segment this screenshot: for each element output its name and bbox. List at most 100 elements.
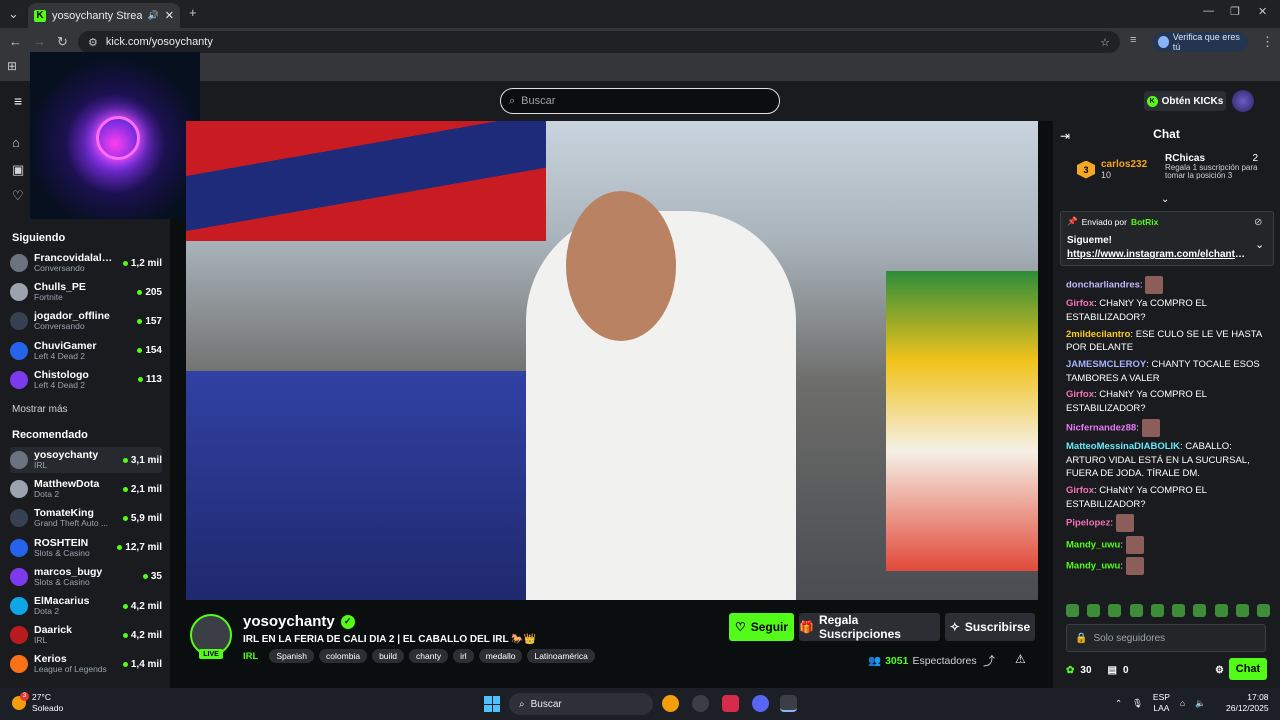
chat-username[interactable]: JAMESMCLEROY <box>1066 359 1146 370</box>
sidebar-channel-row[interactable]: MatthewDota Dota 2 2,1 mil <box>10 476 162 502</box>
sidebar-channel-row[interactable]: Chulls_PE Fortnite 205 <box>10 279 162 305</box>
chrome-icon[interactable] <box>780 695 797 712</box>
taskbar-search[interactable]: ⌕ Buscar <box>509 693 653 715</box>
close-tab-icon[interactable]: ✕ <box>165 9 174 22</box>
emote-icon[interactable] <box>1235 604 1249 617</box>
emote-icon[interactable] <box>1129 604 1143 617</box>
app-icon-1[interactable] <box>662 695 679 712</box>
sidebar-channel-row[interactable]: Chistologo Left 4 Dead 2 113 <box>10 367 162 393</box>
close-window-icon[interactable]: ✕ <box>1258 5 1267 18</box>
browser-tab[interactable]: K yosoychanty Stream - Watc 🔊 ✕ <box>28 3 180 28</box>
new-tab-icon[interactable]: + <box>189 5 197 20</box>
url-bar[interactable]: ⚙ kick.com/yosoychanty ☆ <box>78 31 1120 53</box>
tray-expand-icon[interactable]: ⌃ <box>1115 698 1122 709</box>
emote-icon[interactable] <box>1108 604 1122 617</box>
sidebar-channel-row[interactable]: ROSHTEIN Slots & Casino 12,7 mil <box>10 535 162 561</box>
sidebar-channel-row[interactable]: ChuviGamer Left 4 Dead 2 154 <box>10 338 162 364</box>
follow-button[interactable]: ♡ Seguir <box>729 613 794 641</box>
verify-button[interactable]: Verifica que eres tú <box>1152 32 1248 52</box>
get-kicks-button[interactable]: K Obtén KICKs <box>1144 91 1226 111</box>
sidebar-channel-row[interactable]: Francovidalalca... Conversando 1,2 mil <box>10 250 162 276</box>
video-player[interactable] <box>186 121 1038 600</box>
reading-list-icon[interactable]: ≡ <box>1130 34 1136 46</box>
chat-username[interactable]: 2mildecilantro <box>1066 329 1130 340</box>
emote-icon[interactable] <box>1256 604 1270 617</box>
search-input[interactable]: ⌕ Buscar <box>500 88 780 114</box>
discord-icon[interactable] <box>752 695 769 712</box>
show-more-link[interactable]: Mostrar más <box>12 404 68 415</box>
category-link[interactable]: IRL <box>243 651 258 662</box>
volume-icon[interactable]: 🔈 <box>1195 698 1206 709</box>
site-info-icon[interactable]: ⚙ <box>88 36 98 49</box>
lang-label[interactable]: ESP <box>1153 692 1170 703</box>
back-icon[interactable]: ← <box>9 34 22 49</box>
forward-icon[interactable]: → <box>33 34 46 49</box>
expand-leaderboard-icon[interactable]: ⌄ <box>1161 194 1169 205</box>
windows-start-icon[interactable] <box>484 696 500 712</box>
pinned-message[interactable]: 📌 Enviado por BotRix Sigueme! https://www.… <box>1060 211 1274 266</box>
pinned-expand-icon[interactable]: ⌄ <box>1255 238 1264 251</box>
unpin-icon[interactable]: ⊘ <box>1254 217 1262 228</box>
apps-grid-icon[interactable]: ⊞ <box>7 59 17 73</box>
emote-icon[interactable] <box>1214 604 1228 617</box>
emote-icon[interactable] <box>1193 604 1207 617</box>
sidebar-channel-row[interactable]: jogador_offline Conversando 157 <box>10 308 162 334</box>
lang2-label[interactable]: LAA <box>1153 703 1170 714</box>
stream-tag[interactable]: build <box>372 649 405 663</box>
stream-tag[interactable]: Spanish <box>269 649 315 663</box>
menu-kebab-icon[interactable]: ⋮ <box>1261 34 1274 50</box>
chat-username[interactable]: Pipelopez <box>1066 518 1110 529</box>
stream-tag[interactable]: irl <box>453 649 474 663</box>
tab-list-icon[interactable]: ⌄ <box>8 6 19 22</box>
sidebar-channel-row[interactable]: Kerios League of Legends 1,4 mil <box>10 651 162 677</box>
stream-tag[interactable]: Latinoamérica <box>527 649 595 663</box>
report-icon[interactable]: ⚠ <box>1015 652 1026 666</box>
chat-username[interactable]: Mandy_uwu <box>1066 561 1120 572</box>
sidebar-channel-row[interactable]: yosoychanty IRL 3,1 mil <box>10 447 162 473</box>
gift-subs-button[interactable]: 🎁 Regala Suscripciones <box>799 613 940 641</box>
emote-icon[interactable] <box>1172 604 1186 617</box>
app-icon-2[interactable] <box>692 695 709 712</box>
network-icon[interactable]: ⌂ <box>1180 698 1185 708</box>
chat-username[interactable]: doncharliandres <box>1066 280 1140 291</box>
emote-icon[interactable] <box>1087 604 1101 617</box>
chat-username[interactable]: Girfox <box>1066 298 1094 309</box>
minimize-icon[interactable]: — <box>1203 5 1214 17</box>
user-avatar[interactable] <box>1232 90 1254 112</box>
stream-tag[interactable]: chanty <box>409 649 449 663</box>
chest-count[interactable]: 0 <box>1123 665 1129 676</box>
home-icon[interactable]: ⌂ <box>12 135 26 150</box>
sidebar-channel-row[interactable]: ElMacarius Dota 2 4,2 mil <box>10 593 162 619</box>
browse-icon[interactable]: ▣ <box>12 162 26 177</box>
following-heart-icon[interactable]: ♡ <box>12 188 26 203</box>
stream-tag[interactable]: medallo <box>478 649 523 663</box>
mic-icon[interactable]: 🎙 <box>1132 698 1143 709</box>
channel-name[interactable]: yosoychanty ✓ <box>243 613 355 630</box>
hamburger-menu-icon[interactable]: ≡ <box>14 93 22 109</box>
stream-tag[interactable]: colombia <box>319 649 368 663</box>
pinned-link[interactable]: https://www.instagram.com/elchanty... <box>1067 249 1247 260</box>
emote-icon[interactable] <box>1066 604 1079 617</box>
chat-username[interactable]: MatteoMessinaDIABOLIK <box>1066 441 1180 452</box>
share-icon[interactable]: ⤴ <box>983 652 995 669</box>
subscribe-button[interactable]: ✧ Suscribirse <box>945 613 1035 641</box>
reload-icon[interactable]: ↻ <box>57 34 68 50</box>
emote-icon[interactable] <box>1150 604 1164 617</box>
weather-widget[interactable]: 3 27°C Soleado <box>12 692 63 714</box>
chat-username[interactable]: Nicfernandez88 <box>1066 422 1136 433</box>
app-icon-3[interactable] <box>722 695 739 712</box>
send-chat-button[interactable]: Chat <box>1229 658 1267 680</box>
speaker-icon[interactable]: 🔊 <box>148 10 159 21</box>
chat-username[interactable]: Mandy_uwu <box>1066 539 1120 550</box>
chat-settings-icon[interactable]: ⚙ <box>1215 665 1224 676</box>
chat-username[interactable]: Girfox <box>1066 485 1094 496</box>
taskbar-clock[interactable]: 17:08 26/12/2025 <box>1226 692 1269 714</box>
bookmark-star-icon[interactable]: ☆ <box>1100 36 1110 49</box>
chat-input[interactable]: 🔒 Solo seguidores <box>1066 624 1266 652</box>
chat-username[interactable]: Girfox <box>1066 389 1094 400</box>
sidebar-channel-row[interactable]: marcos_bugy Slots & Casino 35 <box>10 564 162 590</box>
points-count[interactable]: 30 <box>1080 665 1091 676</box>
restore-icon[interactable]: ❐ <box>1230 5 1240 18</box>
sidebar-channel-row[interactable]: Daarick IRL 4,2 mil <box>10 622 162 648</box>
sidebar-channel-row[interactable]: TomateKing Grand Theft Auto ... 5,9 mil <box>10 505 162 531</box>
